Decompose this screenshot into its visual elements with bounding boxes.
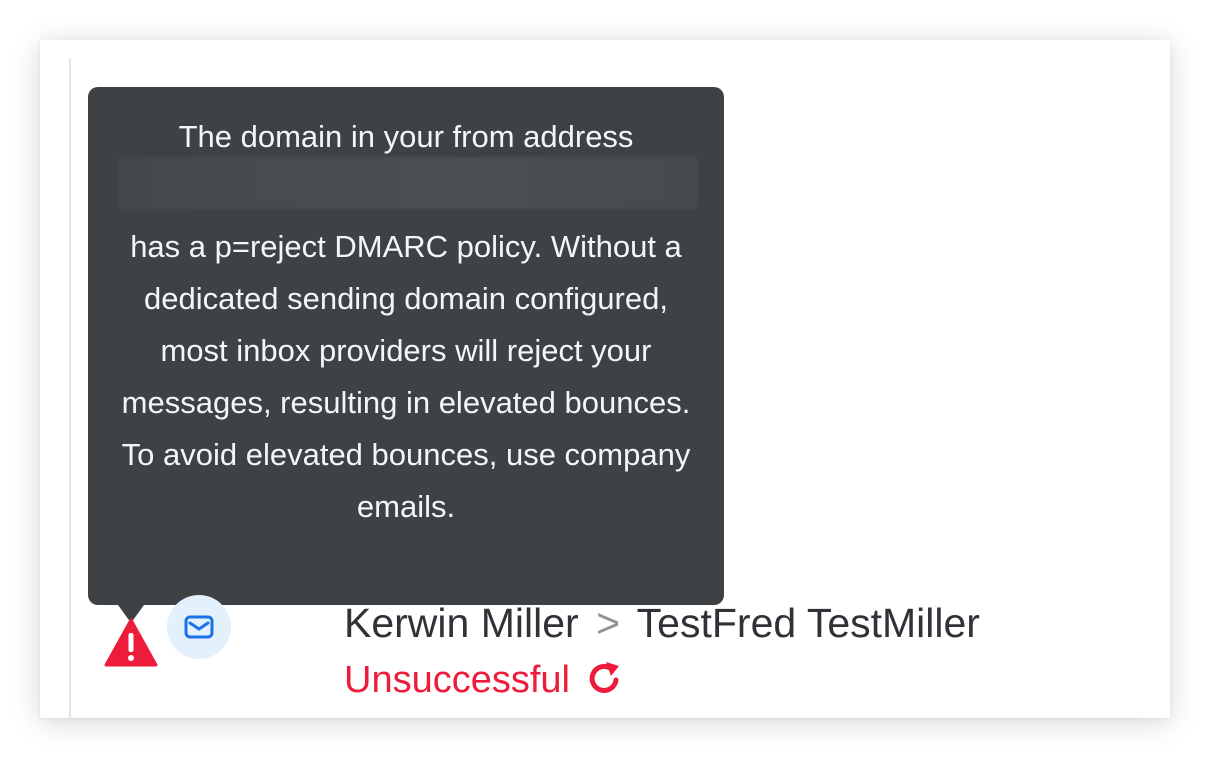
dmarc-warning-tooltip: The domain in your from address has a p=… bbox=[88, 87, 724, 623]
status-line: Unsuccessful bbox=[344, 656, 623, 704]
status-text: Unsuccessful bbox=[344, 659, 570, 701]
warning-triangle-icon[interactable] bbox=[104, 618, 158, 668]
tooltip-body: has a p=reject DMARC policy. Without a d… bbox=[121, 229, 691, 524]
recipient-name[interactable]: TestFred TestMiller bbox=[637, 600, 980, 646]
redacted-address bbox=[118, 157, 698, 209]
arrow-separator: > bbox=[596, 600, 621, 646]
mail-icon bbox=[184, 615, 214, 639]
email-channel-badge bbox=[167, 595, 231, 659]
timeline-line bbox=[69, 58, 71, 718]
sender-name[interactable]: Kerwin Miller bbox=[344, 600, 579, 646]
activity-card: The domain in your from address has a p=… bbox=[40, 40, 1170, 718]
tooltip-line-1: The domain in your from address bbox=[178, 119, 634, 154]
activity-title: Kerwin Miller > TestFred TestMiller bbox=[344, 598, 980, 648]
retry-icon[interactable] bbox=[587, 660, 623, 696]
